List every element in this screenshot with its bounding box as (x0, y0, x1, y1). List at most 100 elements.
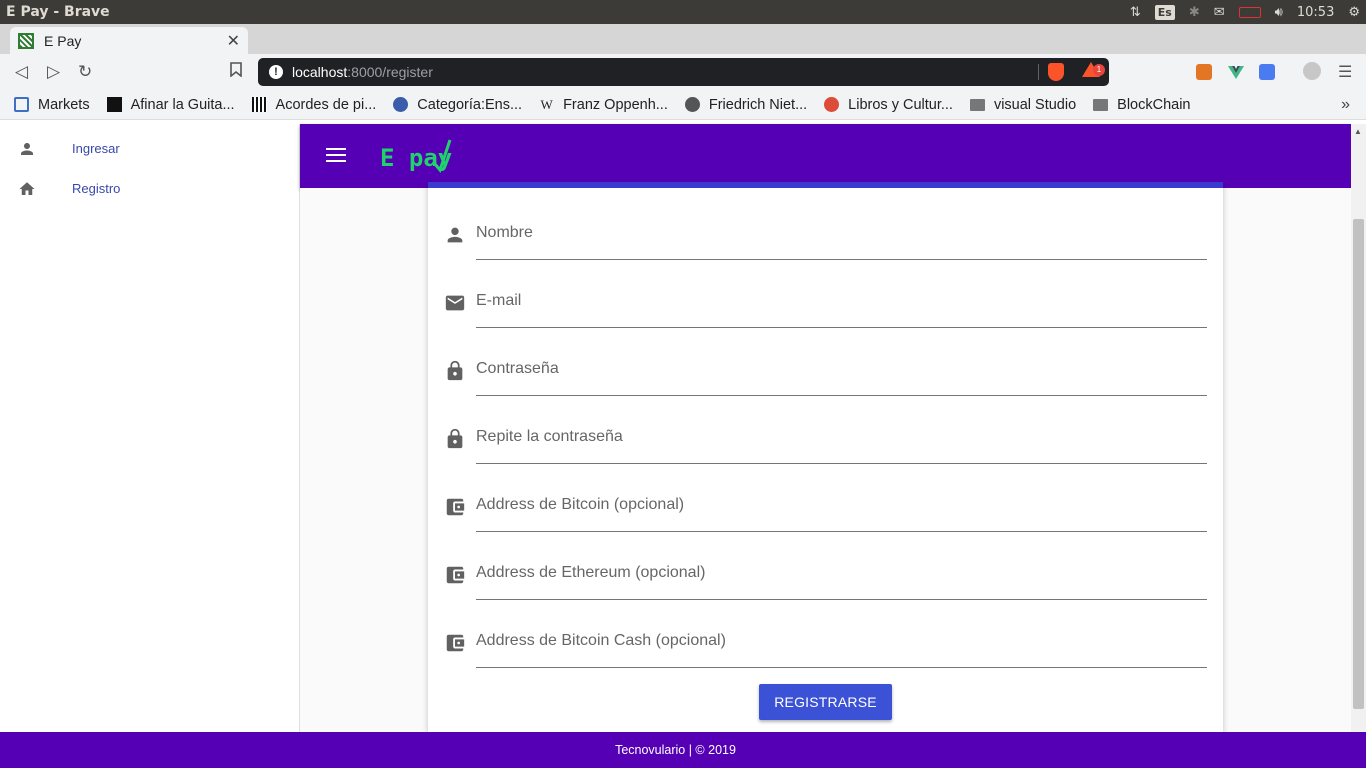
sidebar-item-label: Registro (72, 180, 121, 196)
person-icon (444, 224, 466, 246)
web-page: Ingresar Registro E pay Nombre E-mail Co… (0, 124, 1366, 768)
navigation-bar: ◁ ▷ ↻ ! localhost :8000/register 1 ☰ (0, 54, 1366, 90)
mail-icon (444, 292, 466, 314)
profile-avatar-icon[interactable] (1303, 62, 1321, 80)
bitcoin-address-field[interactable]: Address de Bitcoin (opcional) (444, 482, 1207, 532)
mail-icon[interactable]: ✉ (1214, 5, 1225, 20)
scrollbar-thumb[interactable] (1353, 219, 1364, 709)
page-footer: Tecnovulario | © 2019 (0, 732, 1351, 768)
bookmark-label: visual Studio (993, 96, 1077, 113)
bookmark-item[interactable]: W Franz Oppenh... (539, 96, 668, 113)
folder-icon (1093, 98, 1109, 111)
url-path: :8000/register (347, 64, 433, 80)
page-scrollbar[interactable]: ▲ (1351, 124, 1366, 732)
site-info-icon[interactable]: ! (269, 65, 283, 79)
password-field-label: Contraseña (476, 360, 559, 377)
bookmark-label: Friedrich Niet... (708, 96, 808, 113)
translate-extension-icon[interactable] (1259, 64, 1275, 80)
password-input-underline (476, 346, 1207, 396)
sidebar-item-label: Ingresar (72, 140, 120, 156)
bluetooth-icon[interactable]: ✱ (1189, 5, 1200, 20)
ethereum-field-label: Address de Ethereum (opcional) (476, 564, 706, 581)
wallet-icon (444, 632, 466, 654)
name-field-label: Nombre (476, 224, 533, 241)
menu-hamburger-icon[interactable] (326, 148, 346, 162)
repeat-password-field[interactable]: Repite la contraseña (444, 414, 1207, 464)
repeat-password-field-label: Repite la contraseña (476, 428, 623, 445)
bookmark-item[interactable]: Acordes de pi... (251, 96, 377, 113)
guitar-site-icon (106, 97, 122, 112)
wikipedia-icon (393, 97, 409, 112)
lock-icon (444, 428, 466, 450)
bookmark-icon[interactable] (230, 62, 242, 82)
google-plus-icon (824, 97, 840, 112)
bookmark-label: BlockChain (1117, 96, 1191, 113)
folder-icon (969, 98, 985, 111)
password-field[interactable]: Contraseña (444, 346, 1207, 396)
battery-icon[interactable] (1238, 6, 1261, 18)
address-bar[interactable]: ! localhost :8000/register 1 (258, 58, 1109, 86)
wallet-icon (444, 564, 466, 586)
metamask-extension-icon[interactable] (1196, 64, 1212, 80)
wikipedia-w-icon: W (540, 97, 553, 112)
lock-icon (444, 360, 466, 382)
bookmark-item[interactable]: Categoría:Ens... (393, 97, 522, 113)
system-tray: ⇅ Es ✱ ✉ 🔊︎ 10:53 ⚙ (1130, 0, 1360, 24)
navigation-drawer: Ingresar Registro (0, 124, 300, 732)
sidebar-item-ingresar[interactable]: Ingresar (0, 128, 299, 168)
bookmark-label: Categoría:Ens... (417, 96, 523, 113)
email-input-underline (476, 278, 1207, 328)
email-field[interactable]: E-mail (444, 278, 1207, 328)
epay-favicon-icon (18, 32, 34, 49)
home-icon (18, 180, 36, 198)
bitcoin-cash-address-field[interactable]: Address de Bitcoin Cash (opcional) (444, 618, 1207, 668)
reload-icon[interactable]: ↻ (78, 62, 92, 82)
close-tab-icon[interactable]: ✕ (227, 31, 240, 51)
settings-gear-icon[interactable]: ⚙ (1348, 5, 1360, 20)
bookmark-label: Franz Oppenh... (563, 96, 668, 113)
globe-icon (684, 97, 700, 112)
tab-epay[interactable]: E Pay ✕ (10, 27, 248, 54)
network-icon[interactable]: ⇅ (1130, 5, 1141, 20)
scroll-up-arrow-icon[interactable]: ▲ (1354, 127, 1362, 136)
bookmark-label: Libros y Cultur... (848, 96, 953, 113)
bookmark-folder[interactable]: visual Studio (969, 96, 1077, 113)
bookmark-item[interactable]: Friedrich Niet... (684, 96, 808, 113)
vue-devtools-extension-icon[interactable] (1228, 64, 1244, 80)
app-toolbar: E pay (300, 124, 1351, 188)
bitcoin-field-label: Address de Bitcoin (opcional) (476, 496, 685, 513)
volume-icon[interactable]: 🔊︎ (1275, 5, 1283, 20)
keyboard-layout-indicator[interactable]: Es (1154, 4, 1175, 20)
more-bookmarks-chevron-icon[interactable]: » (1341, 96, 1350, 114)
epay-logo[interactable]: E pay (380, 136, 460, 181)
os-title-bar: E Pay - Brave ⇅ Es ✱ ✉ 🔊︎ 10:53 ⚙ (0, 0, 1366, 24)
rewards-badge: 1 (1093, 64, 1105, 76)
bookmark-item[interactable]: Afinar la Guita... (106, 97, 235, 113)
back-arrow-icon[interactable]: ◁ (15, 62, 28, 82)
brave-shields-icon[interactable] (1048, 63, 1064, 81)
clock[interactable]: 10:53 (1297, 5, 1334, 20)
tab-title: E Pay (44, 32, 82, 49)
bookmark-label: Markets (38, 96, 90, 113)
bookmark-label: Acordes de pi... (275, 96, 377, 113)
ethereum-address-field[interactable]: Address de Ethereum (opcional) (444, 550, 1207, 600)
brave-rewards-icon[interactable]: 1 (1082, 62, 1105, 77)
bookmark-item[interactable]: Markets (14, 97, 90, 113)
url-host: localhost (292, 64, 348, 80)
browser-menu-icon[interactable]: ☰ (1338, 62, 1352, 82)
name-field[interactable]: Nombre (444, 210, 1207, 260)
bitcoin-cash-field-label: Address de Bitcoin Cash (opcional) (476, 632, 726, 649)
markets-icon (14, 97, 29, 112)
tab-strip: E Pay ✕ + (0, 24, 1366, 75)
sidebar-item-registro[interactable]: Registro (0, 168, 299, 208)
person-icon (18, 140, 36, 158)
footer-text: Tecnovulario | © 2019 (615, 743, 736, 757)
footer-edge (1351, 732, 1366, 768)
forward-arrow-icon[interactable]: ▷ (47, 62, 60, 82)
omnibox-divider (1038, 64, 1039, 80)
name-input-underline (476, 210, 1207, 260)
bookmarks-bar: Markets Afinar la Guita... Acordes de pi… (0, 90, 1366, 120)
register-button[interactable]: REGISTRARSE (759, 684, 892, 720)
bookmark-folder[interactable]: BlockChain (1093, 96, 1191, 113)
bookmark-item[interactable]: Libros y Cultur... (824, 97, 953, 113)
